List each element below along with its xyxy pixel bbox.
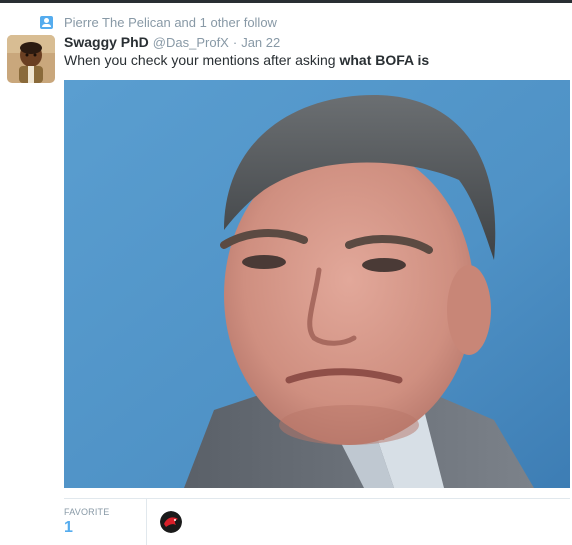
tweet-text: When you check your mentions after askin… xyxy=(64,52,429,68)
top-border xyxy=(0,0,572,3)
favorite-count[interactable]: 1 xyxy=(64,519,73,537)
header-separator: · xyxy=(232,35,238,50)
social-context[interactable]: Pierre The Pelican and 1 other follow xyxy=(40,13,277,31)
tweet-timestamp[interactable]: Jan 22 xyxy=(241,35,280,50)
tweet-header: Swaggy PhD @Das_ProfX · Jan 22 xyxy=(64,34,280,52)
tweet-media-image[interactable] xyxy=(64,80,570,488)
avatar[interactable] xyxy=(7,35,55,83)
tweet-text-plain: When you check your mentions after askin… xyxy=(64,52,340,68)
author-username[interactable]: @Das_ProfX xyxy=(153,35,229,50)
social-context-text[interactable]: Pierre The Pelican and 1 other follow xyxy=(64,15,277,30)
follow-icon xyxy=(40,15,53,29)
stats-rule xyxy=(64,498,570,499)
favorite-label[interactable]: FAVORITE xyxy=(64,507,109,517)
favoriter-avatar[interactable] xyxy=(160,511,182,533)
author-fullname[interactable]: Swaggy PhD xyxy=(64,34,149,50)
stats-divider xyxy=(146,499,147,545)
tweet-text-bold: what BOFA is xyxy=(339,52,430,68)
